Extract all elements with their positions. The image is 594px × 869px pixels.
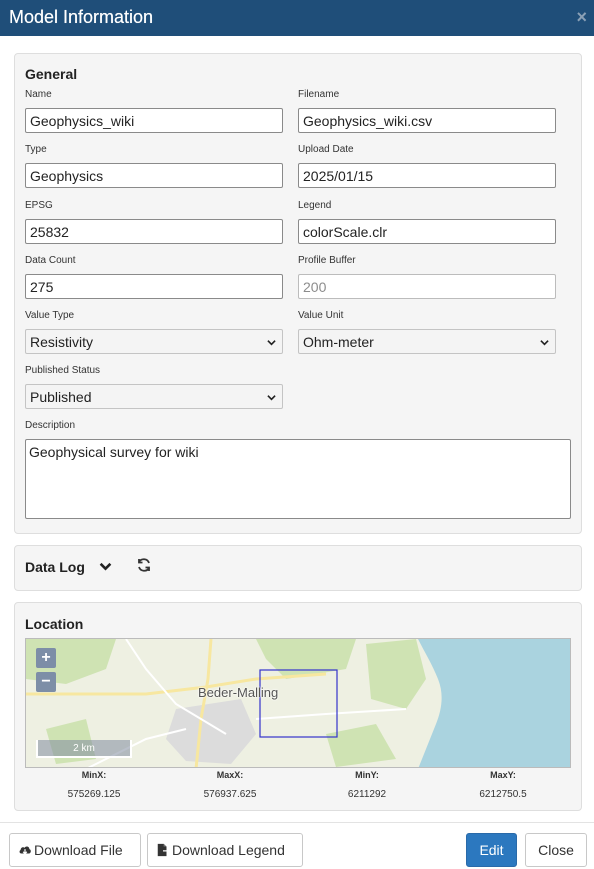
data-log-panel: Data Log [14, 545, 582, 591]
map-scale-bar: 2 km [36, 740, 132, 758]
bbox-maxy-label: MaxY: [490, 770, 516, 780]
chevron-down-icon[interactable] [99, 560, 112, 573]
close-button[interactable]: Close [525, 833, 587, 867]
data-count-input[interactable]: 275 [25, 274, 283, 299]
description-label: Description [25, 420, 76, 431]
edit-button[interactable]: Edit [466, 833, 517, 867]
upload-date-input[interactable]: 2025/01/15 [298, 163, 556, 188]
published-status-selected: Published [30, 389, 92, 405]
zoom-out-button[interactable]: − [36, 672, 56, 692]
description-textarea[interactable]: Geophysical survey for wiki [25, 439, 571, 519]
upload-date-label: Upload Date [298, 144, 354, 155]
value-type-label: Value Type [25, 310, 75, 321]
cloud-download-icon [19, 846, 31, 855]
dialog-header: Model Information × [0, 0, 594, 36]
footer-divider [0, 822, 594, 823]
chevron-down-icon [540, 340, 549, 346]
type-input[interactable]: Geophysics [25, 163, 283, 188]
filename-input[interactable]: Geophysics_wiki.csv [298, 108, 556, 133]
bbox-maxy-value: 6212750.5 [479, 789, 527, 800]
file-export-icon [157, 843, 170, 857]
zoom-in-button[interactable]: + [36, 648, 56, 668]
profile-buffer-label: Profile Buffer [298, 255, 356, 266]
value-unit-label: Value Unit [298, 310, 344, 321]
legend-label: Legend [298, 200, 332, 211]
profile-buffer-input[interactable]: 200 [298, 274, 556, 299]
bbox-minx-label: MinX: [81, 770, 107, 780]
location-heading: Location [25, 616, 84, 632]
general-panel: General Name Geophysics_wiki Filename Ge… [14, 53, 582, 534]
bbox-maxx-value: 576937.625 [203, 789, 257, 800]
bbox-minx-value: 575269.125 [67, 789, 121, 800]
general-heading: General [25, 66, 78, 82]
value-type-select[interactable]: Resistivity [25, 329, 283, 354]
data-log-heading: Data Log [25, 559, 85, 575]
download-legend-button[interactable]: Download Legend [147, 833, 303, 867]
value-unit-selected: Ohm-meter [303, 334, 374, 350]
epsg-input[interactable]: 25832 [25, 219, 283, 244]
close-icon[interactable]: × [576, 8, 587, 26]
download-file-label: Download File [34, 842, 123, 858]
refresh-icon[interactable] [136, 557, 152, 573]
bbox-miny-value: 6211292 [347, 789, 387, 800]
download-legend-label: Download Legend [172, 842, 285, 858]
published-status-select[interactable]: Published [25, 384, 283, 409]
download-file-button[interactable]: Download File [9, 833, 141, 867]
map-place-label: Beder-Malling [198, 685, 279, 700]
bbox-maxx-label: MaxX: [216, 770, 244, 780]
filename-label: Filename [298, 89, 340, 100]
name-label: Name [25, 89, 52, 100]
value-unit-select[interactable]: Ohm-meter [298, 329, 556, 354]
chevron-down-icon [267, 340, 276, 346]
epsg-label: EPSG [25, 200, 53, 211]
chevron-down-icon [267, 395, 276, 401]
legend-input[interactable]: colorScale.clr [298, 219, 556, 244]
published-status-label: Published Status [25, 365, 101, 376]
location-panel: Location + − Beder-Malling 2 km MinX: 57… [14, 602, 582, 811]
dialog-title: Model Information [9, 7, 154, 27]
bbox-miny-label: MinY: [355, 770, 379, 780]
value-type-selected: Resistivity [30, 334, 94, 350]
name-input[interactable]: Geophysics_wiki [25, 108, 283, 133]
type-label: Type [25, 144, 47, 155]
data-count-label: Data Count [25, 255, 76, 266]
location-map[interactable]: + − Beder-Malling 2 km [25, 638, 571, 768]
